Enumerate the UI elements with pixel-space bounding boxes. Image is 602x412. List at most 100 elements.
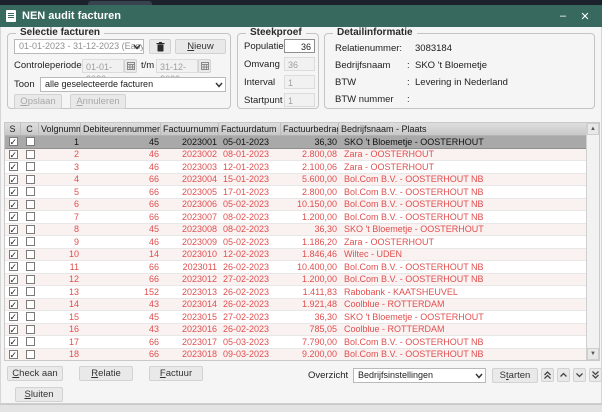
omvang-input[interactable]: 36 [284,57,315,71]
c-checkbox[interactable] [26,312,35,321]
s-checkbox[interactable]: ✓ [9,250,18,259]
close-button[interactable]: ✕ [574,8,596,24]
c-checkbox[interactable] [26,350,35,359]
c-checkbox[interactable] [26,237,35,246]
sluiten-button[interactable]: Sluiten [15,387,63,402]
relatie-button[interactable]: Relatie [79,366,133,381]
toon-select[interactable]: alle geselecteerde facturen [40,77,226,92]
table-row[interactable]: ✓ 5 66 2023005 17-01-2023 2.800,00 Bol.C… [5,186,586,199]
s-checkbox[interactable]: ✓ [9,162,18,171]
col-header-factuurbedrag[interactable]: Factuurbedrag [281,123,339,135]
calendar-to-button[interactable] [198,59,211,73]
s-checkbox[interactable]: ✓ [9,300,18,309]
date-from-input[interactable]: 01-01-2023 [82,59,124,73]
table-row[interactable]: ✓ 10 14 2023010 12-02-2023 1.846,46 Wilt… [5,249,586,262]
col-header-s[interactable]: S [5,123,21,135]
s-checkbox[interactable]: ✓ [9,150,18,159]
populatie-input[interactable]: 36 [284,39,315,53]
document-icon [6,10,16,22]
col-header-factuurdatum[interactable]: Factuurdatum [219,123,281,135]
c-checkbox[interactable] [26,162,35,171]
group-title: Detailinformatie [333,27,417,39]
scroll-down-icon[interactable]: ▼ [587,348,599,360]
table-row[interactable]: ✓ 16 43 2023016 26-02-2023 785,05 Coolbl… [5,324,586,337]
table-row[interactable]: ✓ 6 66 2023006 05-02-2023 10.150,00 Bol.… [5,199,586,212]
delete-period-button[interactable] [149,39,171,54]
c-checkbox[interactable] [26,275,35,284]
s-checkbox[interactable]: ✓ [9,287,18,296]
s-checkbox[interactable]: ✓ [9,262,18,271]
c-checkbox[interactable] [26,337,35,346]
last-button[interactable] [589,368,602,382]
overzicht-select[interactable]: Bedrijfsinstellingen [353,368,486,383]
s-checkbox[interactable]: ✓ [9,225,18,234]
table-scrollbar[interactable]: ▲ ▼ [586,123,599,360]
date-to-input[interactable]: 31-12-2023 [156,59,198,73]
first-button[interactable] [541,368,554,382]
annuleren-button[interactable]: Annuleren [70,94,126,109]
col-header-volgnummer[interactable]: Volgnummer [39,123,81,135]
minimize-button[interactable]: – [552,8,574,24]
opslaan-button[interactable]: Opslaan [14,94,62,109]
s-checkbox[interactable]: ✓ [9,137,18,146]
factuur-button[interactable]: Factuur [149,366,203,381]
starten-button[interactable]: Starten [492,368,538,383]
col-header-bedrijfsnaam[interactable]: Bedrijfsnaam - Plaats [339,123,586,135]
col-header-debiteurennummer[interactable]: Debiteurennummer [81,123,161,135]
cell-debiteurennummer: 43 [81,298,161,310]
c-checkbox[interactable] [26,287,35,296]
table-row[interactable]: ✓ 2 46 2023002 08-01-2023 2.800,08 Zara … [5,149,586,162]
c-checkbox[interactable] [26,137,35,146]
startpunt-input[interactable]: 1 [284,93,315,107]
table-row[interactable]: ✓ 8 45 2023008 08-02-2023 36,30 SKO 't B… [5,224,586,237]
c-checkbox[interactable] [26,262,35,271]
table-row[interactable]: ✓ 12 66 2023012 27-02-2023 1.200,00 Bol.… [5,274,586,287]
c-checkbox[interactable] [26,250,35,259]
c-checkbox[interactable] [26,300,35,309]
s-checkbox[interactable]: ✓ [9,337,18,346]
table-row[interactable]: ✓ 3 46 2023003 12-01-2023 2.100,06 Zara … [5,161,586,174]
c-checkbox[interactable] [26,175,35,184]
cell-bedrijfsnaam: Bol.Com B.V. - OOSTERHOUT NB [339,261,586,273]
table-row[interactable]: ✓ 4 66 2023004 15-01-2023 5.600,00 Bol.C… [5,174,586,187]
cell-factuurbedrag: 9.200,00 [281,348,339,360]
c-checkbox[interactable] [26,212,35,221]
table-row[interactable]: ✓ 1 45 2023001 05-01-2023 36,30 SKO 't B… [5,136,586,149]
detail-label: BTW [335,77,407,89]
table-row[interactable]: ✓ 18 66 2023018 09-03-2023 9.200,00 Bol.… [5,349,586,361]
table-row[interactable]: ✓ 14 43 2023014 26-02-2023 1.921,48 Cool… [5,299,586,312]
c-checkbox[interactable] [26,200,35,209]
c-checkbox[interactable] [26,150,35,159]
table-row[interactable]: ✓ 7 66 2023007 08-02-2023 1.200,00 Bol.C… [5,211,586,224]
cell-factuurbedrag: 1.200,00 [281,273,339,285]
detail-separator: : [407,60,415,72]
check-aan-button[interactable]: Check aan [7,366,63,381]
cell-bedrijfsnaam: Rabobank - KAATSHEUVEL [339,286,586,298]
s-checkbox[interactable]: ✓ [9,212,18,221]
s-checkbox[interactable]: ✓ [9,350,18,359]
s-checkbox[interactable]: ✓ [9,237,18,246]
table-row[interactable]: ✓ 15 45 2023015 27-02-2023 36,30 SKO 't … [5,311,586,324]
c-checkbox[interactable] [26,325,35,334]
table-row[interactable]: ✓ 13 152 2023013 26-02-2023 1.411,83 Rab… [5,286,586,299]
s-checkbox[interactable]: ✓ [9,187,18,196]
calendar-from-button[interactable] [124,59,137,73]
s-checkbox[interactable]: ✓ [9,325,18,334]
s-checkbox[interactable]: ✓ [9,200,18,209]
col-header-c[interactable]: C [21,123,39,135]
table-row[interactable]: ✓ 11 66 2023011 26-02-2023 10.400,00 Bol… [5,261,586,274]
next-button[interactable] [573,368,586,382]
col-header-factuurnummer[interactable]: Factuurnummer [161,123,219,135]
period-select[interactable]: 01-01-2023 - 31-12-2023 (Easyflex) [14,39,144,54]
c-checkbox[interactable] [26,187,35,196]
table-row[interactable]: ✓ 17 66 2023017 05-03-2023 7.790,00 Bol.… [5,336,586,349]
previous-button[interactable] [557,368,570,382]
table-row[interactable]: ✓ 9 46 2023009 05-02-2023 1.186,20 Zara … [5,236,586,249]
scroll-up-icon[interactable]: ▲ [587,123,599,135]
c-checkbox[interactable] [26,225,35,234]
s-checkbox[interactable]: ✓ [9,175,18,184]
s-checkbox[interactable]: ✓ [9,275,18,284]
nieuw-button[interactable]: Nieuw [175,39,226,54]
interval-input[interactable]: 1 [284,75,315,89]
s-checkbox[interactable]: ✓ [9,312,18,321]
